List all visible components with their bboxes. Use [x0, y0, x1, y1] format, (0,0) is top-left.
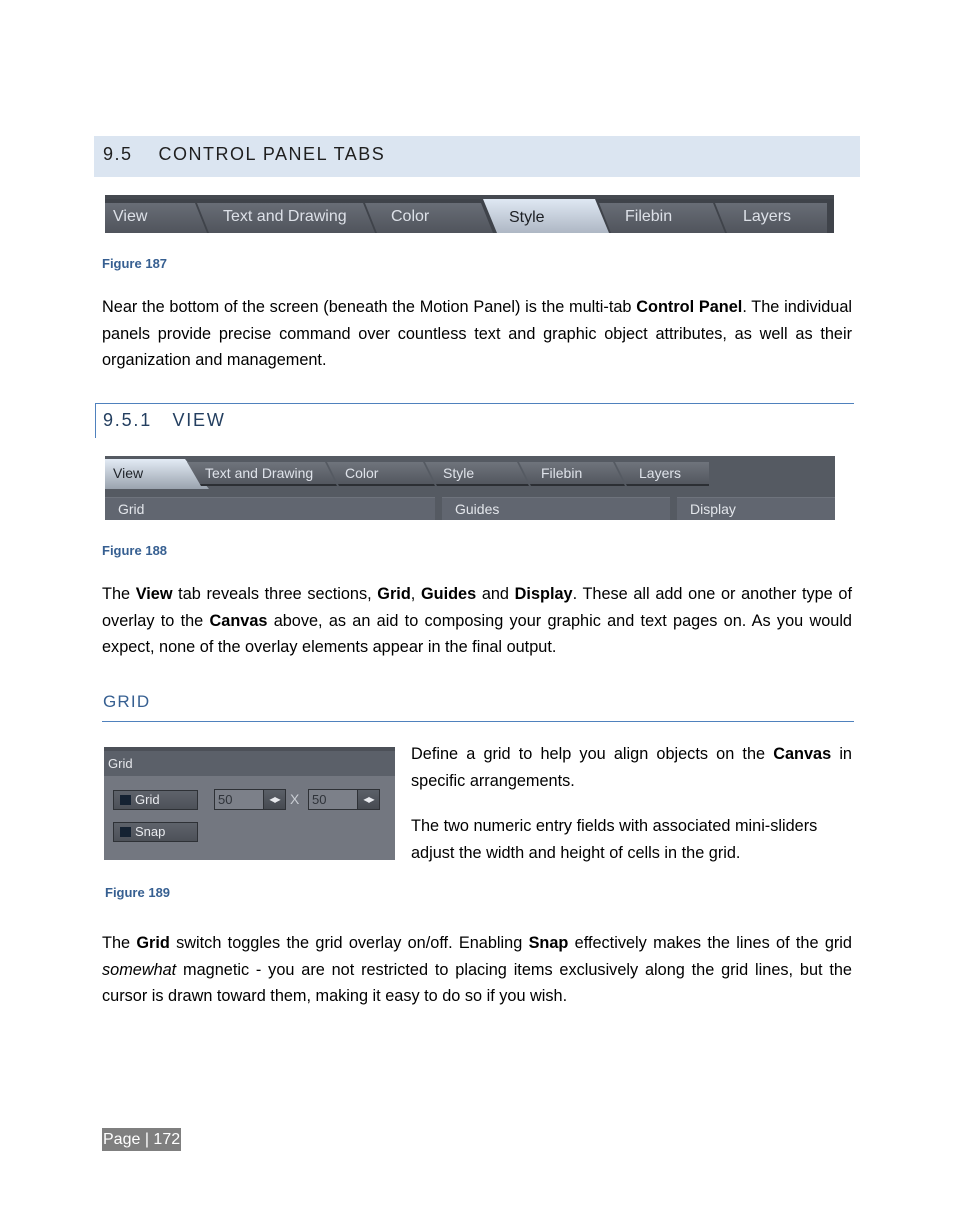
page-number: Page | 172 [102, 1128, 182, 1151]
tab-filebin[interactable]: Filebin [519, 462, 625, 486]
view-tab-panel: View Text and Drawing Color Style Filebi… [105, 456, 835, 520]
tab-text-and-drawing[interactable]: Text and Drawing [187, 462, 337, 486]
subsection-heading: 9.5.1 VIEW [103, 410, 226, 431]
section-header-guides[interactable]: Guides [442, 497, 670, 520]
tab-style[interactable]: Style [425, 462, 529, 486]
section-heading: 9.5 CONTROL PANEL TABS [103, 144, 385, 165]
grid-fields-description: The two numeric entry fields with associ… [411, 817, 818, 862]
tab-color[interactable]: Color [365, 203, 493, 233]
grid-width-field[interactable]: 50 ◀▶ [214, 789, 286, 810]
section-header-grid[interactable]: Grid [105, 497, 435, 520]
view-paragraph: The View tab reveals three sections, Gri… [102, 585, 852, 656]
subsection-rule-left [95, 403, 96, 438]
tab-filebin[interactable]: Filebin [599, 203, 725, 233]
grid-heading: GRID [103, 692, 151, 711]
grid-heading-rule [102, 721, 854, 722]
grid-panel-title: Grid [104, 747, 395, 776]
grid-height-field[interactable]: 50 ◀▶ [308, 789, 380, 810]
grid-toggle-button[interactable]: Grid [113, 790, 198, 810]
figure-caption: Figure 189 [105, 885, 171, 900]
tab-color[interactable]: Color [327, 462, 435, 486]
section-number: 9.5 [103, 144, 133, 164]
tab-layers[interactable]: Layers [715, 203, 827, 233]
snap-toggle-button[interactable]: Snap [113, 822, 198, 842]
grid-description: Define a grid to help you align objects … [411, 745, 852, 790]
section-header-display[interactable]: Display [677, 497, 835, 520]
section-title: CONTROL PANEL TABS [158, 144, 386, 164]
tab-style[interactable]: Style [483, 199, 609, 233]
figure-caption: Figure 188 [102, 543, 168, 558]
grid-panel: Grid Grid Snap 50 ◀▶ X 50 ◀▶ [104, 747, 395, 860]
subsection-rule [96, 403, 854, 404]
control-panel-tab-bar: View Text and Drawing Color Style Filebi… [105, 195, 834, 233]
subsection-title: VIEW [172, 410, 226, 430]
tab-view[interactable]: View [105, 203, 207, 233]
dimension-separator: X [290, 791, 300, 807]
grid-paragraph: The Grid switch toggles the grid overlay… [102, 934, 852, 1005]
tab-layers[interactable]: Layers [615, 462, 709, 486]
subsection-number: 9.5.1 [103, 410, 153, 430]
left-right-arrows-icon[interactable]: ◀▶ [357, 790, 379, 809]
left-right-arrows-icon[interactable]: ◀▶ [263, 790, 285, 809]
intro-paragraph: Near the bottom of the screen (beneath t… [102, 298, 853, 369]
snap-toggle-indicator [120, 827, 131, 837]
grid-toggle-indicator [120, 795, 131, 805]
figure-caption: Figure 187 [102, 256, 168, 271]
tab-text-and-drawing[interactable]: Text and Drawing [197, 203, 375, 233]
